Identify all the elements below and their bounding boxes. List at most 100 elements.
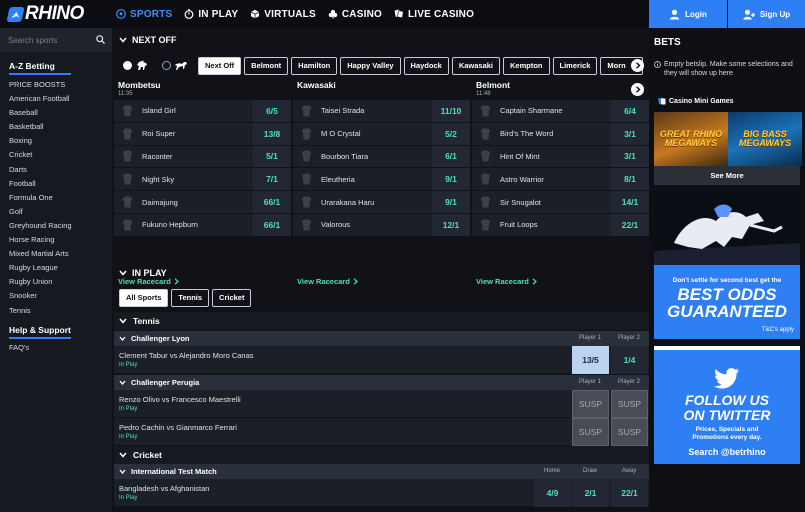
odds-button[interactable]: 4/9 — [534, 479, 571, 507]
horse-racing-toggle[interactable] — [123, 60, 149, 71]
filter-hamilton[interactable]: Hamilton — [291, 56, 338, 75]
help-support-title: Help & Support — [9, 325, 71, 335]
best-odds-promo[interactable]: Don't settle for second best get the BES… — [654, 191, 800, 339]
sidebar-item-snooker[interactable]: Snooker — [9, 289, 72, 303]
search-input[interactable]: Search sports — [8, 36, 57, 45]
odds-button[interactable]: 9/1 — [432, 191, 470, 213]
sidebar-item-cricket[interactable]: Cricket — [9, 148, 72, 162]
odds-button[interactable]: 5/1 — [253, 145, 291, 168]
search-icon[interactable] — [96, 35, 105, 46]
odds-button[interactable]: 1/4 — [611, 346, 648, 374]
greyhound-toggle[interactable] — [162, 60, 188, 71]
odds-button[interactable]: 14/1 — [611, 191, 649, 213]
sidebar-item-golf[interactable]: Golf — [9, 205, 72, 219]
sidebar-item-price-boosts[interactable]: PRICE BOOSTS — [9, 78, 72, 92]
sidebar-item-faqs[interactable]: FAQ's — [9, 341, 29, 355]
race-course: Belmont — [476, 80, 510, 90]
next-off-header[interactable]: NEXT OFF — [114, 28, 649, 52]
game-tile-great-rhino[interactable]: GREAT RHINO MEGAWAYS — [654, 112, 728, 166]
twitter-promo[interactable]: FOLLOW US ON TWITTER Prices, Specials an… — [654, 346, 800, 464]
jockey-silk-icon — [299, 173, 313, 185]
nav-live-casino[interactable]: LIVE CASINO — [394, 9, 474, 20]
sidebar-item-formula-one[interactable]: Formula One — [9, 191, 72, 205]
suspended-odds: SUSP — [611, 418, 648, 446]
odds-button[interactable]: 6/1 — [432, 145, 470, 168]
match-row[interactable]: Bangladesh vs Afghanistan In Play 4/9 2/… — [114, 479, 649, 507]
sport-search[interactable]: Search sports — [0, 28, 112, 52]
sidebar-item-tennis[interactable]: Tennis — [9, 304, 72, 318]
filter-happy-valley[interactable]: Happy Valley — [340, 56, 401, 75]
filter-limerick[interactable]: Limerick — [552, 56, 598, 75]
odds-button[interactable]: 22/1 — [611, 479, 648, 507]
filter-kawasaki[interactable]: Kawasaki — [451, 56, 501, 75]
match-row[interactable]: Pedro Cachin vs Gianmarco Ferrari In Pla… — [114, 418, 649, 446]
sidebar-item-football[interactable]: Football — [9, 177, 72, 191]
filter-next-off[interactable]: Next Off — [198, 56, 242, 75]
help-list: FAQ's — [9, 341, 29, 355]
odds-button[interactable]: 11/10 — [432, 100, 470, 122]
sidebar-item-basketball[interactable]: Basketball — [9, 120, 72, 134]
filter-haydock[interactable]: Haydock — [403, 56, 449, 75]
filter-kempton[interactable]: Kempton — [503, 56, 550, 75]
filter-all-sports[interactable]: All Sports — [119, 288, 169, 307]
race-course: Mombetsu — [118, 80, 161, 90]
filter-scroll-right-button[interactable] — [631, 59, 644, 72]
sidebar-item-darts[interactable]: Darts — [9, 163, 72, 177]
competition-header-challenger-perugia[interactable]: Challenger Perugia Player 1 Player 2 — [114, 375, 649, 390]
odds-button[interactable]: 22/1 — [611, 213, 649, 236]
in-play-header[interactable]: IN PLAY — [114, 261, 649, 285]
odds-button[interactable]: 3/1 — [611, 145, 649, 168]
sport-header-tennis[interactable]: Tennis — [114, 312, 649, 330]
odds-button[interactable]: 3/1 — [611, 122, 649, 145]
match-row[interactable]: Renzo Olivo vs Francesco Maestrelli In P… — [114, 390, 649, 418]
suspended-odds: SUSP — [572, 418, 609, 446]
chevron-right-icon — [635, 62, 641, 69]
filter-cricket[interactable]: Cricket — [212, 288, 252, 307]
odds-button[interactable]: 6/4 — [611, 100, 649, 122]
nav-sports[interactable]: SPORTS — [116, 9, 172, 20]
odds-button[interactable]: 13/8 — [253, 122, 291, 145]
odds-button[interactable]: 13/5 — [572, 346, 609, 374]
odds-button[interactable]: 7/1 — [253, 168, 291, 191]
competition-header-challenger-lyon[interactable]: Challenger Lyon Player 1 Player 2 — [114, 331, 649, 346]
sidebar-item-greyhound-racing[interactable]: Greyhound Racing — [9, 219, 72, 233]
odds-button[interactable]: 2/1 — [572, 479, 609, 507]
filter-tennis[interactable]: Tennis — [171, 288, 210, 307]
odds-button[interactable]: 66/1 — [253, 191, 291, 213]
rhino-logo[interactable]: RHINO — [6, 3, 84, 25]
odds-button[interactable]: 66/1 — [253, 213, 291, 236]
game-tile-big-bass[interactable]: BIG BASS MEGAWAYS — [728, 112, 802, 166]
odds-button[interactable]: 12/1 — [432, 213, 470, 236]
odds-button[interactable]: 9/1 — [432, 168, 470, 191]
horse-radio[interactable] — [123, 61, 132, 70]
odds-button[interactable]: 5/2 — [432, 122, 470, 145]
sidebar-item-boxing[interactable]: Boxing — [9, 134, 72, 148]
sport-header-cricket[interactable]: Cricket — [114, 446, 649, 464]
race-belmont: Belmont 11:48 Captain Sharmane 6/4 Bird's… — [472, 80, 649, 286]
sidebar-item-baseball[interactable]: Baseball — [9, 106, 72, 120]
see-more-button[interactable]: See More — [654, 166, 800, 185]
terms-apply[interactable]: T&C's apply — [762, 327, 794, 333]
sidebar-item-horse-racing[interactable]: Horse Racing — [9, 233, 72, 247]
nav-casino[interactable]: CASINO — [328, 9, 382, 20]
casino-chip-icon — [658, 97, 666, 105]
signup-button[interactable]: Sign Up — [728, 0, 805, 28]
race-course: Kawasaki — [297, 80, 336, 90]
nav-virtuals[interactable]: VIRTUALS — [250, 9, 316, 20]
nav-in-play[interactable]: IN PLAY — [184, 9, 238, 20]
runner-name: Taisei Strada — [321, 106, 365, 116]
race-kawasaki: Kawasaki Taisei Strada 11/10 M O Crystal 5… — [293, 80, 470, 286]
odds-button[interactable]: 6/5 — [253, 100, 291, 122]
competition-header-international-test-match[interactable]: International Test Match Home Draw Away — [114, 464, 649, 479]
odds-button[interactable]: 8/1 — [611, 168, 649, 191]
runner-name: Fukuno Hepburn — [142, 220, 198, 230]
jockey-silk-icon — [478, 173, 492, 185]
greyhound-radio[interactable] — [162, 61, 171, 70]
sidebar-item-rugby-union[interactable]: Rugby Union — [9, 275, 72, 289]
sidebar-item-rugby-league[interactable]: Rugby League — [9, 261, 72, 275]
sidebar-item-american-football[interactable]: American Football — [9, 92, 72, 106]
login-button[interactable]: Login — [649, 0, 727, 28]
match-row[interactable]: Clement Tabur vs Alejandro Moro Canas In… — [114, 346, 649, 374]
sidebar-item-mixed-martial-arts[interactable]: Mixed Martial Arts — [9, 247, 72, 261]
filter-belmont[interactable]: Belmont — [244, 56, 289, 75]
